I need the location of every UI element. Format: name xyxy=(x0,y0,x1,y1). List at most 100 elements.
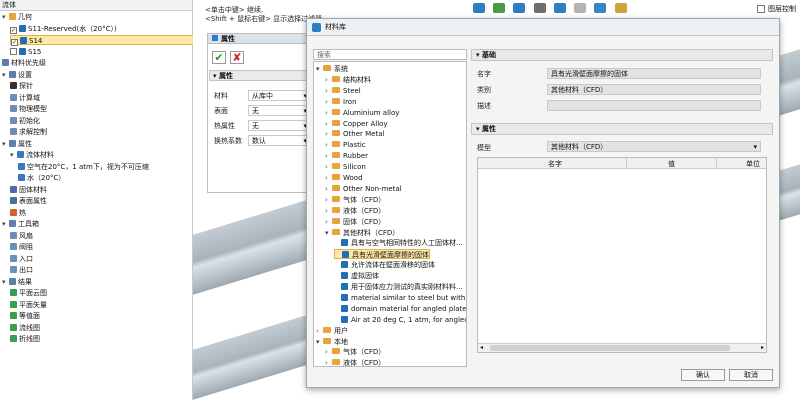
library-item[interactable]: › 液体（CFD） xyxy=(325,358,385,366)
library-item[interactable]: › Plastic xyxy=(325,140,366,150)
tree-item[interactable]: 固体材料 xyxy=(10,185,47,195)
render-icon[interactable] xyxy=(594,3,607,13)
wireframe-icon[interactable] xyxy=(533,3,546,13)
tree-item[interactable]: S15 xyxy=(10,47,41,57)
tree-item[interactable]: 计算域 xyxy=(10,93,40,103)
expand-arrow-icon[interactable]: › xyxy=(325,75,332,85)
tree-item[interactable]: 出口 xyxy=(10,265,33,275)
tree-item[interactable]: 水（20°C） xyxy=(18,173,65,183)
tree-item[interactable]: ✓ S14 xyxy=(10,35,195,46)
library-item[interactable]: › 固体（CFD） xyxy=(325,217,385,227)
expand-arrow-icon[interactable]: › xyxy=(325,358,332,366)
library-item[interactable]: ▾ 本地 xyxy=(316,337,348,347)
expand-arrow-icon[interactable]: ▾ xyxy=(2,277,9,287)
visibility-checkbox[interactable]: ✓ xyxy=(10,26,17,34)
tree-item[interactable]: ✓ S11-Reserved(水（20°C）) xyxy=(10,24,117,34)
expand-arrow-icon[interactable]: ▾ xyxy=(10,150,17,160)
library-item[interactable]: › Rubber xyxy=(325,151,368,161)
library-item[interactable]: › Other Metal xyxy=(325,129,384,139)
cancel-button[interactable]: 取消 xyxy=(729,369,773,381)
expand-arrow-icon[interactable]: › xyxy=(325,184,332,194)
library-item[interactable]: › Steel xyxy=(325,86,361,96)
library-item[interactable]: ▾ 其他材料（CFD） xyxy=(325,228,399,238)
expand-arrow-icon[interactable]: › xyxy=(325,206,332,216)
scroll-left-icon[interactable]: ◂ xyxy=(480,344,483,351)
expand-arrow-icon[interactable]: ▾ xyxy=(316,337,323,347)
display-icon[interactable] xyxy=(574,3,587,13)
expand-arrow-icon[interactable]: › xyxy=(325,129,332,139)
expand-arrow-icon[interactable]: › xyxy=(325,173,332,183)
ok-button[interactable]: 确认 xyxy=(681,369,725,381)
tree-item[interactable]: 流线图 xyxy=(10,323,40,333)
library-search-input[interactable]: 搜索 xyxy=(313,49,467,60)
tree-item[interactable]: ▾ 工具箱 xyxy=(2,219,39,229)
library-item[interactable]: › Iron xyxy=(325,97,357,107)
expand-arrow-icon[interactable]: › xyxy=(325,347,332,357)
prop-row-dropdown[interactable]: 从库中▾ xyxy=(248,90,310,101)
model-dropdown[interactable]: 其他材料（CFD） ▾ xyxy=(547,141,761,152)
prop-row-dropdown[interactable]: 无▾ xyxy=(248,105,310,116)
expand-arrow-icon[interactable]: ▾ xyxy=(325,228,332,238)
library-item[interactable]: material similar to steel but with i... xyxy=(334,293,466,303)
tree-item[interactable]: ▾ 设置 xyxy=(2,70,32,80)
library-item[interactable]: › Other Non-metal xyxy=(325,184,402,194)
view-orient-icon[interactable] xyxy=(473,3,485,13)
expand-arrow-icon[interactable]: › xyxy=(325,108,332,118)
tree-item[interactable]: ▾ 结果 xyxy=(2,277,32,287)
tree-item[interactable]: 热 xyxy=(10,208,26,218)
expand-arrow-icon[interactable]: ▾ xyxy=(2,70,9,80)
library-item[interactable]: 允许流体在壁面滑移的固体 xyxy=(334,260,435,270)
library-item[interactable]: 用于固体应力测试的真实刚材料料... xyxy=(334,282,463,292)
description-field[interactable] xyxy=(547,100,761,111)
expand-arrow-icon[interactable]: › xyxy=(325,140,332,150)
tree-item[interactable]: 阀阻 xyxy=(10,242,33,252)
layer-control[interactable]: 图层控制 xyxy=(757,4,796,14)
expand-arrow-icon[interactable]: › xyxy=(325,97,332,107)
prop-row-dropdown[interactable]: 无▾ xyxy=(248,120,310,131)
shaded-icon[interactable] xyxy=(513,3,526,13)
expand-arrow-icon[interactable]: › xyxy=(316,326,323,336)
tree-item[interactable]: 入口 xyxy=(10,254,33,264)
library-item[interactable]: › 液体（CFD） xyxy=(325,206,385,216)
library-item[interactable]: Air at 20 deg C, 1 atm, for angled ... xyxy=(334,315,466,325)
scroll-right-icon[interactable]: ▸ xyxy=(761,344,764,351)
library-item[interactable]: › 气体（CFD） xyxy=(325,347,385,357)
cancel-x-icon[interactable]: ✘ xyxy=(230,51,244,64)
expand-arrow-icon[interactable]: › xyxy=(325,151,332,161)
library-item[interactable]: › Silicon xyxy=(325,162,366,172)
visibility-checkbox[interactable]: ✓ xyxy=(11,39,18,46)
tree-item[interactable]: 求解控制 xyxy=(10,127,47,137)
prop-section-header[interactable]: ▾ 属性 xyxy=(209,70,311,81)
lighting-icon[interactable] xyxy=(614,3,627,13)
scroll-thumb[interactable] xyxy=(490,345,730,351)
tree-item[interactable]: 初始化 xyxy=(10,116,40,126)
table-hscrollbar[interactable]: ◂ ▸ xyxy=(478,343,766,352)
section-icon[interactable] xyxy=(553,3,566,13)
tree-item[interactable]: 平面矢量 xyxy=(10,300,47,310)
expand-arrow-icon[interactable]: › xyxy=(325,217,332,227)
tree-item[interactable]: 物理模型 xyxy=(10,104,47,114)
tree-item[interactable]: ▾ 属性 xyxy=(2,139,32,149)
tree-item[interactable]: 风扇 xyxy=(10,231,33,241)
library-item[interactable]: › 气体（CFD） xyxy=(325,195,385,205)
expand-arrow-icon[interactable]: › xyxy=(325,162,332,172)
basic-section-header[interactable]: ▾ 基础 xyxy=(471,49,773,61)
props-section-header[interactable]: ▾ 属性 xyxy=(471,123,773,135)
fit-view-icon[interactable] xyxy=(493,3,506,13)
tree-item[interactable]: 表面属性 xyxy=(10,196,47,206)
tree-item[interactable]: 空气在20°C，1 atm下，视为不可压缩 xyxy=(18,162,149,172)
tree-item[interactable]: 平面云图 xyxy=(10,288,47,298)
library-item[interactable]: › 用户 xyxy=(316,326,348,336)
library-item[interactable]: domain material for angled plate ... xyxy=(334,304,466,314)
expand-arrow-icon[interactable]: ▾ xyxy=(2,139,9,149)
expand-arrow-icon[interactable]: › xyxy=(325,86,332,96)
expand-arrow-icon[interactable]: › xyxy=(325,195,332,205)
library-item[interactable]: › Wood xyxy=(325,173,363,183)
expand-arrow-icon[interactable]: › xyxy=(325,119,332,129)
tree-item[interactable]: 探针 xyxy=(10,81,33,91)
tree-item[interactable]: 等值面 xyxy=(10,311,40,321)
library-item[interactable]: 具有与空气相同特性的人工固体材... xyxy=(334,238,463,248)
confirm-check-icon[interactable]: ✔ xyxy=(212,51,226,64)
expand-arrow-icon[interactable]: ▾ xyxy=(2,12,9,22)
expand-arrow-icon[interactable]: ▾ xyxy=(316,64,323,74)
